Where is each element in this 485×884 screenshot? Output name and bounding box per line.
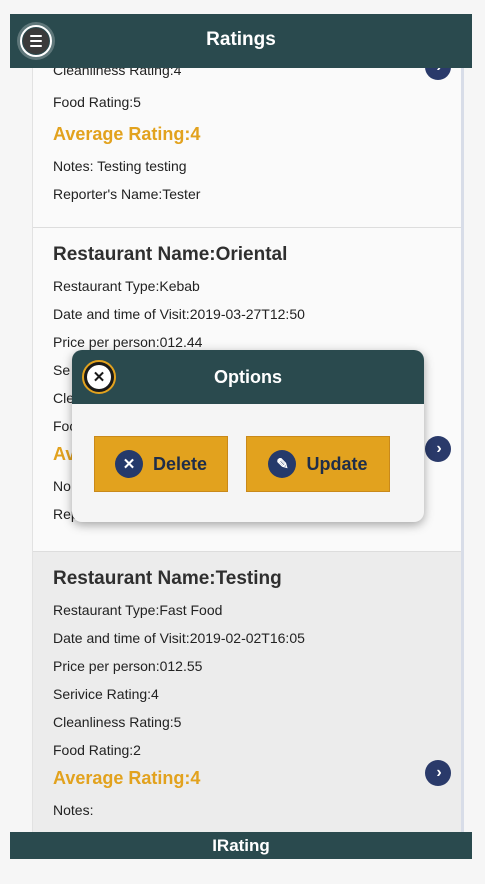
dialog-title: Options <box>214 367 282 387</box>
header-bar: Ratings <box>10 14 472 68</box>
price-per-person: Price per person:012.44 <box>53 334 203 350</box>
update-button[interactable]: ✎ Update <box>246 436 390 492</box>
chevron-right-icon[interactable]: › <box>425 436 451 462</box>
delete-label: Delete <box>152 453 208 474</box>
reporter-name: Reporter's Name:Tester <box>53 186 201 202</box>
service-rating: Serivice Rating:4 <box>53 686 159 702</box>
close-icon: ✕ <box>87 365 111 389</box>
app-page: Ratings Cleanliness Rating:4 › Food Rati… <box>0 0 485 884</box>
restaurant-type: Restaurant Type:Kebab <box>53 278 200 294</box>
delete-button[interactable]: ✕ Delete <box>94 436 228 492</box>
price-per-person: Price per person:012.55 <box>53 658 203 674</box>
restaurant-name: Restaurant Name:Oriental <box>53 244 288 265</box>
service-rating: Se <box>53 362 71 378</box>
update-label: Update <box>306 453 368 474</box>
visit-datetime: Date and time of Visit:2019-03-27T12:50 <box>53 306 305 322</box>
dialog-header: Options <box>72 350 424 404</box>
footer-bar: IRating <box>10 832 472 859</box>
visit-datetime: Date and time of Visit:2019-02-02T16:05 <box>53 630 305 646</box>
list-item[interactable]: Cleanliness Rating:4 › Food Rating:5 Ave… <box>33 60 461 228</box>
notes: Notes: Testing testing <box>53 158 187 174</box>
chevron-right-icon[interactable]: › <box>425 760 451 786</box>
list-item[interactable]: Restaurant Name:Testing Restaurant Type:… <box>33 552 461 846</box>
close-button[interactable]: ✕ <box>82 360 116 394</box>
notes: No <box>53 478 71 494</box>
pencil-icon: ✎ <box>268 450 297 478</box>
delete-icon: ✕ <box>114 450 143 478</box>
food-rating: Food Rating:5 <box>53 94 141 110</box>
average-rating: Average Rating:4 <box>53 768 201 788</box>
restaurant-type: Restaurant Type:Fast Food <box>53 602 223 618</box>
notes: Notes: <box>53 802 94 818</box>
page-title: Ratings <box>206 29 276 50</box>
cleanliness-rating: Cleanliness Rating:5 <box>53 714 182 730</box>
food-rating: Food Rating:2 <box>53 742 141 758</box>
average-rating: Average Rating:4 <box>53 124 201 144</box>
restaurant-name: Restaurant Name:Testing <box>53 568 282 589</box>
options-dialog: Options ✕ Delete ✎ Update <box>72 350 424 522</box>
cleanliness-rating: Cle <box>53 390 75 406</box>
